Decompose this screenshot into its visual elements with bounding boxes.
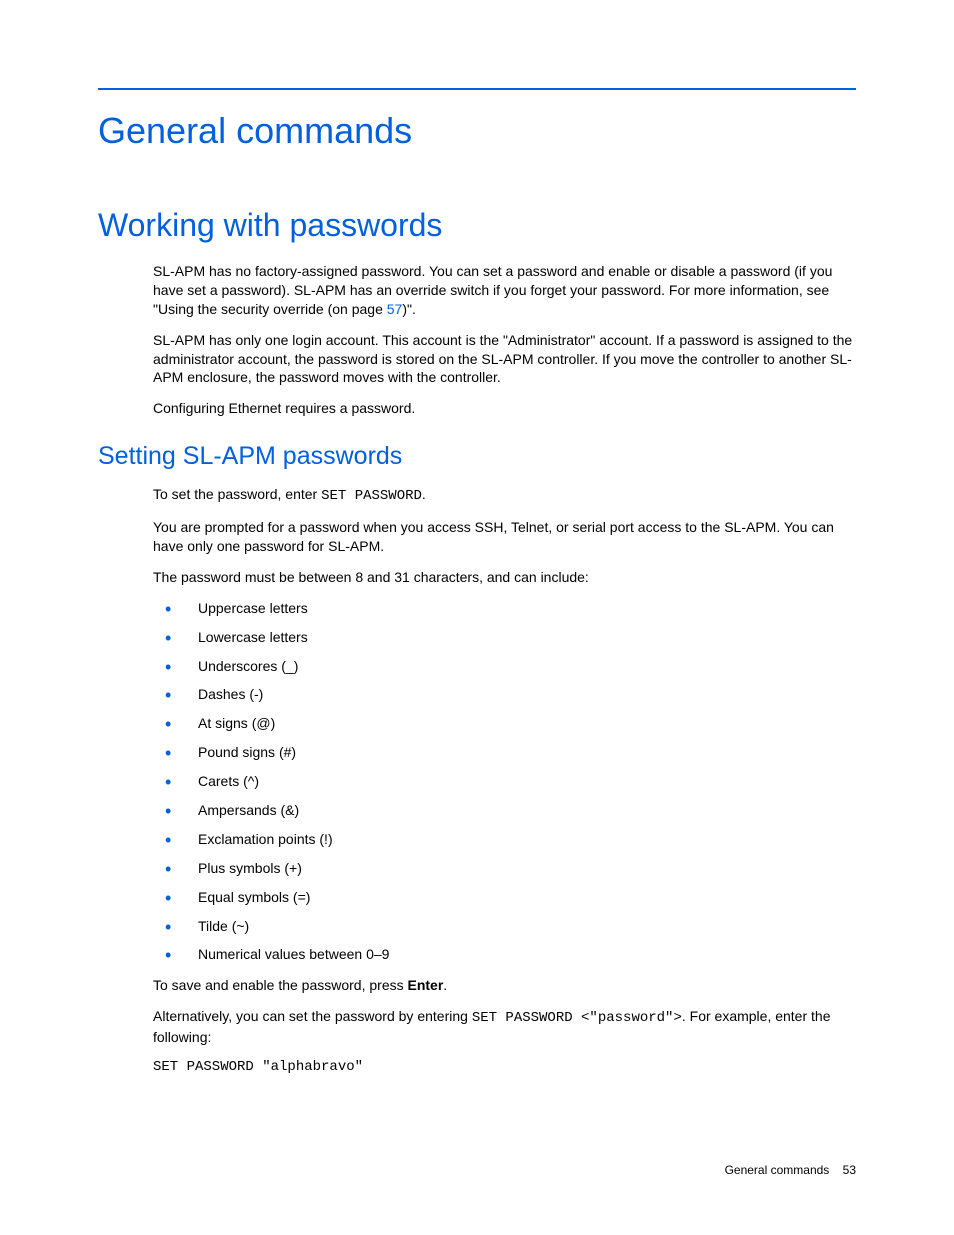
list-item: Carets (^) — [153, 772, 856, 791]
paragraph-prompted: You are prompted for a password when you… — [153, 518, 856, 556]
code-set-password: SET PASSWORD — [321, 488, 422, 504]
list-item: Pound signs (#) — [153, 743, 856, 762]
paragraph-save: To save and enable the password, press E… — [153, 976, 856, 995]
paragraph-set-password: To set the password, enter SET PASSWORD. — [153, 485, 856, 506]
list-item: Uppercase letters — [153, 599, 856, 618]
list-item: At signs (@) — [153, 714, 856, 733]
para4-post: . — [422, 486, 426, 502]
paragraph-intro: SL-APM has no factory-assigned password.… — [153, 262, 856, 319]
list-item: Exclamation points (!) — [153, 830, 856, 849]
code-block-example: SET PASSWORD "alphabravo" — [153, 1059, 856, 1075]
heading-1: General commands — [98, 110, 856, 152]
paragraph-ethernet: Configuring Ethernet requires a password… — [153, 399, 856, 418]
paragraph-alternative: Alternatively, you can set the password … — [153, 1007, 856, 1047]
list-item: Dashes (-) — [153, 685, 856, 704]
heading-3: Setting SL-APM passwords — [98, 442, 856, 471]
list-item: Tilde (~) — [153, 917, 856, 936]
paragraph-account: SL-APM has only one login account. This … — [153, 331, 856, 388]
top-rule — [98, 88, 856, 90]
para7-post: . — [443, 977, 447, 993]
para1-post: )". — [402, 301, 416, 317]
code-set-password-arg: SET PASSWORD <"password"> — [472, 1010, 682, 1026]
footer-page-number: 53 — [843, 1163, 856, 1177]
page-link-57[interactable]: 57 — [387, 301, 403, 317]
list-item: Lowercase letters — [153, 628, 856, 647]
heading-2: Working with passwords — [98, 207, 856, 244]
list-item: Ampersands (&) — [153, 801, 856, 820]
page-footer: General commands 53 — [725, 1163, 856, 1177]
para4-pre: To set the password, enter — [153, 486, 321, 502]
bullet-list: Uppercase letters Lowercase letters Unde… — [153, 599, 856, 965]
list-item: Numerical values between 0–9 — [153, 945, 856, 964]
para8-pre: Alternatively, you can set the password … — [153, 1008, 472, 1024]
list-item: Equal symbols (=) — [153, 888, 856, 907]
footer-section-label: General commands — [725, 1163, 830, 1177]
paragraph-requirements: The password must be between 8 and 31 ch… — [153, 568, 856, 587]
list-item: Underscores (_) — [153, 657, 856, 676]
para7-pre: To save and enable the password, press — [153, 977, 408, 993]
list-item: Plus symbols (+) — [153, 859, 856, 878]
enter-key: Enter — [408, 977, 444, 993]
para1-pre: SL-APM has no factory-assigned password.… — [153, 263, 832, 317]
